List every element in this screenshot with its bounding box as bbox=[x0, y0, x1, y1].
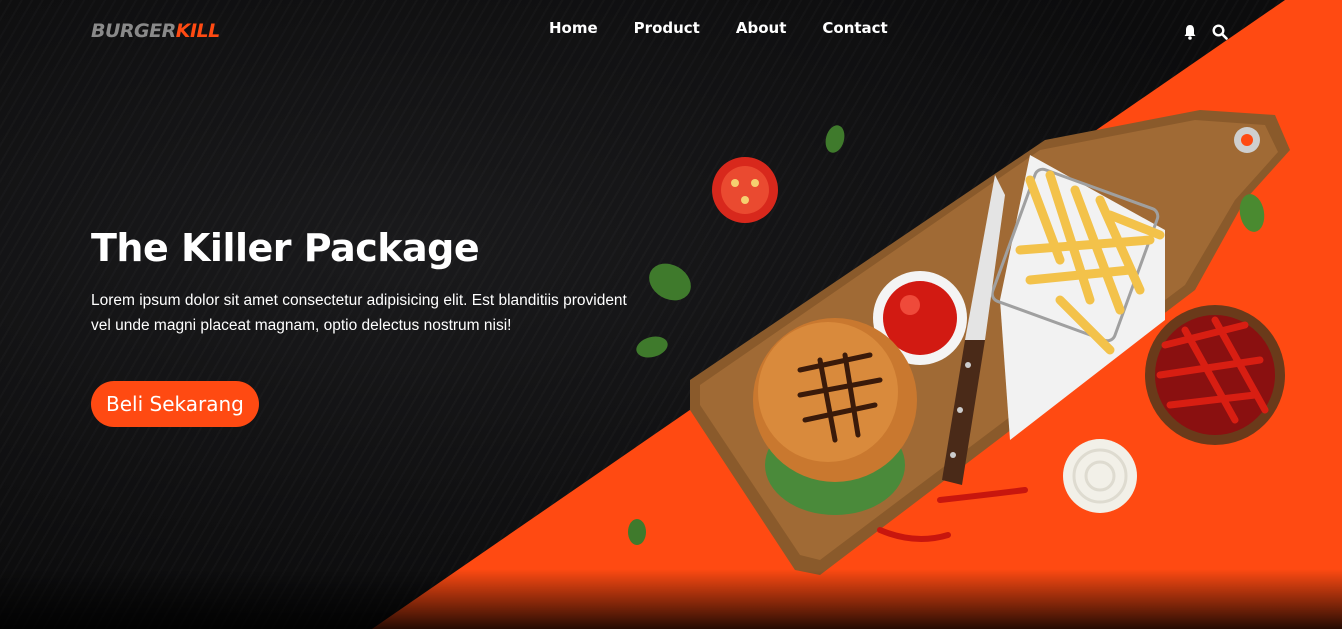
hero-title: The Killer Package bbox=[91, 226, 480, 270]
basil-leaf-illustration bbox=[636, 336, 668, 358]
chili-illustration bbox=[937, 487, 1028, 503]
brand-logo[interactable]: BURGERKILL bbox=[91, 20, 220, 42]
bottom-shadow bbox=[0, 569, 1342, 629]
chili-bowl-illustration bbox=[1145, 305, 1285, 445]
tomato-slice-illustration bbox=[712, 157, 778, 223]
buy-now-button[interactable]: Beli Sekarang bbox=[91, 381, 259, 427]
burger-illustration bbox=[753, 318, 917, 515]
main-nav: Home Product About Contact bbox=[549, 19, 924, 37]
bell-icon[interactable] bbox=[1182, 24, 1198, 40]
hero-description: Lorem ipsum dolor sit amet consectetur a… bbox=[91, 292, 627, 334]
basil-leaf-illustration bbox=[628, 519, 646, 545]
onion-illustration bbox=[1063, 439, 1137, 513]
nav-item-product[interactable]: Product bbox=[634, 19, 700, 37]
header-icons bbox=[1182, 24, 1228, 40]
brand-logo-part2: KILL bbox=[175, 20, 221, 42]
chili-illustration bbox=[877, 527, 951, 542]
nav-item-contact[interactable]: Contact bbox=[822, 19, 887, 37]
nav-item-home[interactable]: Home bbox=[549, 19, 598, 37]
basil-leaf-illustration bbox=[825, 125, 845, 153]
basil-leaf-illustration bbox=[649, 263, 691, 301]
search-icon[interactable] bbox=[1212, 24, 1228, 40]
brand-logo-part1: BURGER bbox=[91, 20, 176, 42]
nav-item-about[interactable]: About bbox=[736, 19, 787, 37]
